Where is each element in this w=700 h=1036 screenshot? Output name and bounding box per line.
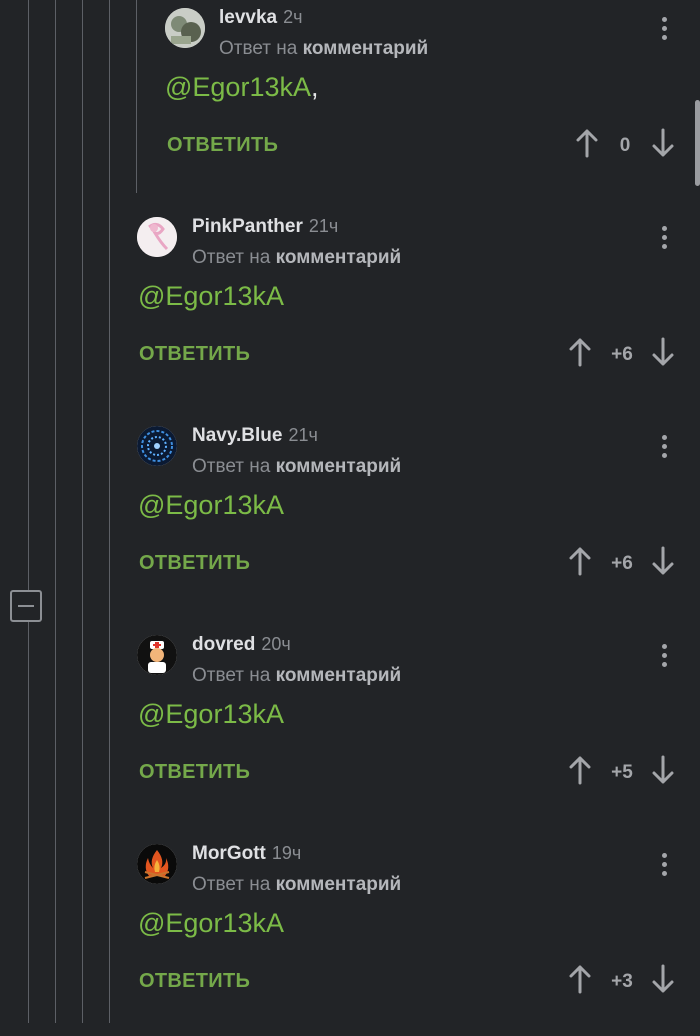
mention-link[interactable]: @Egor13kA	[138, 699, 284, 729]
reply-target-link[interactable]: комментарий	[276, 247, 402, 268]
comment-time: 21ч	[288, 425, 318, 445]
reply-button[interactable]: ОТВЕТИТЬ	[167, 134, 278, 157]
reply-to-line: Ответ на комментарий	[192, 456, 402, 477]
downvote-arrow-icon[interactable]	[651, 337, 675, 367]
comment-text: @Egor13kA	[138, 699, 284, 730]
avatar-image	[137, 844, 177, 884]
more-options-icon[interactable]	[654, 432, 674, 460]
avatar[interactable]	[137, 635, 177, 675]
comment: Navy.Blue 21ч Ответ на комментарий @Egor1…	[0, 418, 700, 618]
comment-text: @Egor13kA	[138, 490, 284, 521]
avatar-image	[165, 8, 205, 48]
comment-text: @Egor13kA,	[165, 72, 319, 102]
reply-target-link[interactable]: комментарий	[303, 38, 429, 59]
upvote-arrow-icon[interactable]	[568, 755, 592, 785]
avatar[interactable]	[137, 217, 177, 257]
reply-to-line: Ответ на комментарий	[192, 665, 402, 686]
username[interactable]: PinkPanther 21ч	[192, 216, 338, 238]
rating-value: +3	[611, 971, 633, 992]
username[interactable]: dovred 20ч	[192, 634, 291, 656]
mention-link[interactable]: @Egor13kA	[138, 490, 284, 520]
rating-value: +6	[611, 344, 633, 365]
avatar[interactable]	[137, 426, 177, 466]
downvote-arrow-icon[interactable]	[651, 128, 675, 158]
reply-button[interactable]: ОТВЕТИТЬ	[139, 970, 250, 993]
reply-target-link[interactable]: комментарий	[276, 456, 402, 477]
mention-link[interactable]: @Egor13kA	[138, 908, 284, 938]
comment-time: 21ч	[308, 216, 339, 236]
comment-time: 20ч	[261, 634, 291, 654]
reply-button[interactable]: ОТВЕТИТЬ	[139, 343, 250, 366]
upvote-arrow-icon[interactable]	[568, 546, 592, 576]
avatar-image	[137, 635, 177, 675]
comment-time: 2ч	[283, 7, 303, 27]
avatar-image	[137, 426, 177, 466]
comment-text: @Egor13kA	[138, 281, 284, 312]
reply-target-link[interactable]: комментарий	[276, 665, 402, 686]
comment-text: @Egor13kA	[138, 908, 284, 939]
avatar-image	[137, 217, 177, 257]
downvote-arrow-icon[interactable]	[651, 964, 675, 994]
more-options-icon[interactable]	[654, 850, 674, 878]
comment: PinkPanther 21ч Ответ на комментарий @Ego…	[0, 209, 700, 409]
upvote-arrow-icon[interactable]	[568, 964, 592, 994]
downvote-arrow-icon[interactable]	[651, 546, 675, 576]
more-options-icon[interactable]	[654, 14, 674, 42]
reply-button[interactable]: ОТВЕТИТЬ	[139, 552, 250, 575]
username[interactable]: MorGott 19ч	[192, 843, 301, 865]
mention-link[interactable]: @Egor13kA	[165, 72, 311, 102]
reply-button[interactable]: ОТВЕТИТЬ	[139, 761, 250, 784]
more-options-icon[interactable]	[654, 641, 674, 669]
reply-to-line: Ответ на комментарий	[192, 874, 402, 895]
avatar[interactable]	[137, 844, 177, 884]
comment: levvka 2ч Ответ на комментарий @Egor13kA,…	[0, 0, 700, 200]
rating-value: +6	[611, 553, 633, 574]
mention-link[interactable]: @Egor13kA	[138, 281, 284, 311]
avatar[interactable]	[165, 8, 205, 48]
username[interactable]: Navy.Blue 21ч	[192, 425, 318, 447]
rating-value: +5	[611, 762, 633, 783]
username[interactable]: levvka 2ч	[219, 7, 303, 29]
downvote-arrow-icon[interactable]	[651, 755, 675, 785]
comment: dovred 20ч Ответ на комментарий @Egor13kA…	[0, 627, 700, 827]
upvote-arrow-icon[interactable]	[568, 337, 592, 367]
upvote-arrow-icon[interactable]	[575, 128, 599, 158]
reply-target-link[interactable]: комментарий	[276, 874, 402, 895]
reply-to-line: Ответ на комментарий	[219, 38, 429, 59]
comment: MorGott 19ч Ответ на комментарий @Egor13k…	[0, 836, 700, 1036]
reply-to-line: Ответ на комментарий	[192, 247, 402, 268]
comment-time: 19ч	[271, 843, 302, 863]
rating-value: 0	[619, 135, 631, 156]
more-options-icon[interactable]	[654, 223, 674, 251]
